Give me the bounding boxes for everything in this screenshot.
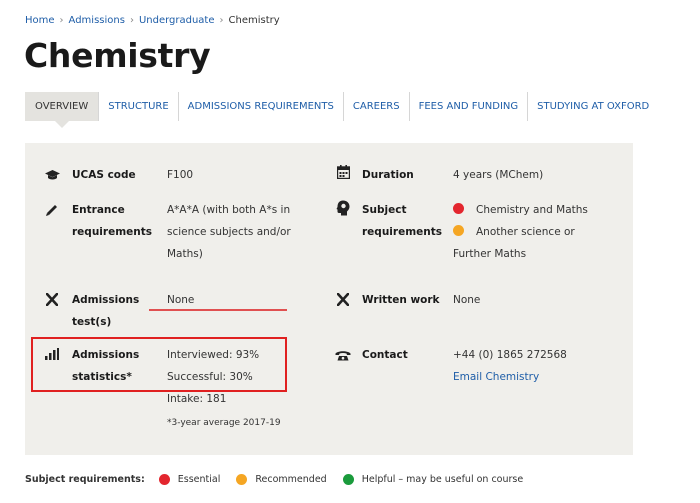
head-icon [335,200,351,216]
essential-dot-icon [453,203,464,214]
tab-fees-and-funding[interactable]: FEES AND FUNDING [410,92,529,121]
subject-requirements-legend: Subject requirements: Essential Recommen… [25,474,539,485]
tab-bar: OVERVIEW STRUCTURE ADMISSIONS REQUIREMEN… [25,92,658,128]
entrance-requirements-label: Entrance requirements [72,204,152,238]
statistics-footnote: *3-year average 2017-19 [167,418,281,428]
legend-essential: Essential [158,474,220,485]
legend-title: Subject requirements: [25,474,145,485]
cross-icon [44,291,60,307]
email-chemistry-link[interactable]: Email Chemistry [453,371,539,383]
breadcrumb-undergraduate-link[interactable]: Undergraduate [139,15,215,26]
entrance-requirements-value: A*A*A (with both A*s in science subjects… [167,204,291,260]
graduation-cap-icon [44,167,60,183]
tab-structure[interactable]: STRUCTURE [99,92,179,121]
tab-studying-at-oxford[interactable]: STUDYING AT OXFORD [528,92,658,121]
chevron-right-icon: › [129,15,134,26]
breadcrumb-home-link[interactable]: Home [25,15,55,26]
admissions-test-value: None [167,294,195,306]
legend-helpful: Helpful – may be useful on course [342,474,523,485]
tab-careers[interactable]: CAREERS [344,92,410,121]
legend-recommended: Recommended [236,474,327,485]
pencil-icon [44,202,60,218]
red-highlight-box-annotation [31,337,287,392]
essential-dot-icon [158,474,170,485]
recommended-dot-icon [453,225,464,236]
breadcrumb-current: Chemistry [228,15,280,26]
helpful-dot-icon [342,474,354,485]
written-work-label: Written work [362,294,440,306]
contact-label: Contact [362,349,408,361]
red-underline-annotation [149,309,287,311]
contact-phone: +44 (0) 1865 272568 [453,349,567,361]
written-work-value: None [453,294,481,306]
duration-value: 4 years (MChem) [453,169,544,181]
breadcrumb: Home › Admissions › Undergraduate › Chem… [25,15,280,26]
cross-icon [335,291,351,307]
ucas-code-label: UCAS code [72,169,136,181]
phone-icon [335,347,351,363]
chevron-right-icon: › [59,15,64,26]
ucas-code-value: F100 [167,169,194,181]
admissions-test-label: Admissions test(s) [72,294,140,328]
breadcrumb-admissions-link[interactable]: Admissions [69,15,125,26]
recommended-dot-icon [236,474,248,485]
duration-label: Duration [362,169,414,181]
tab-admissions-requirements[interactable]: ADMISSIONS REQUIREMENTS [179,92,344,121]
calendar-icon [335,164,351,180]
subject-requirements-value: Chemistry and Maths Another science or F… [453,203,588,260]
chevron-right-icon: › [219,15,224,26]
subject-requirements-label: Subject requirements [362,204,442,238]
tab-overview[interactable]: OVERVIEW [25,92,100,128]
contact-value: +44 (0) 1865 272568 Email Chemistry [453,344,567,388]
page-title: Chemistry [24,36,211,75]
